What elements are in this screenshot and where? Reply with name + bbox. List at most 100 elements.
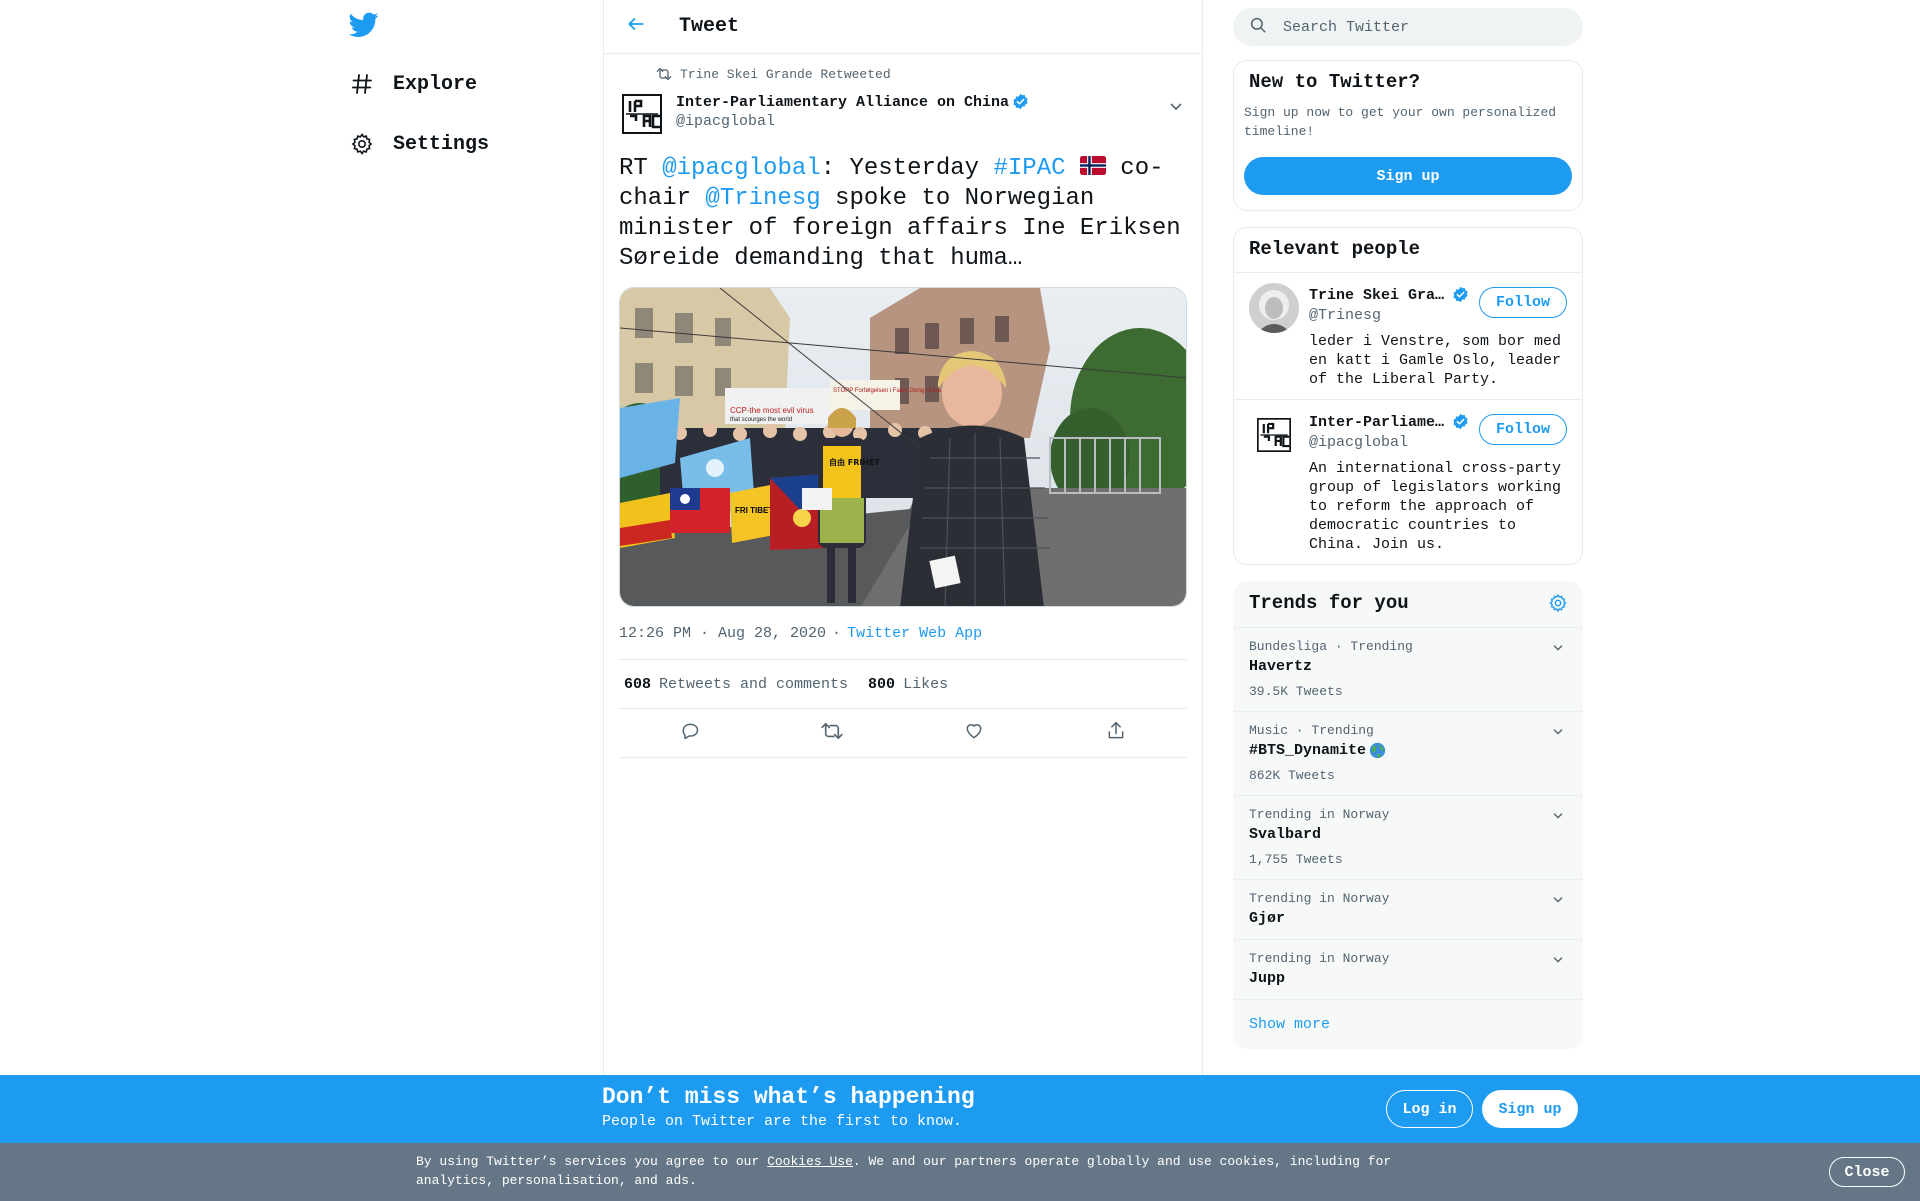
trend-name: Havertz <box>1249 658 1313 675</box>
chevron-down-icon <box>1552 723 1564 741</box>
search-box[interactable] <box>1233 8 1583 46</box>
ipac-avatar[interactable] <box>622 94 662 134</box>
like-button[interactable] <box>956 715 992 751</box>
author-name[interactable]: Inter-Parliamentary Alliance on China <box>676 94 1009 111</box>
follow-button[interactable]: Follow <box>1479 414 1567 445</box>
share-button[interactable] <box>1098 715 1134 751</box>
hashtag-ipac[interactable]: #IPAC <box>993 155 1065 182</box>
twitter-bird-icon[interactable] <box>348 12 381 42</box>
tweet-menu-button[interactable] <box>1165 98 1187 118</box>
trend-menu-button[interactable] <box>1548 806 1568 826</box>
trend-name: Gjør <box>1249 910 1286 927</box>
trend-item[interactable]: Music · Trending #BTS_Dynamite 862K Twee… <box>1234 712 1582 796</box>
chevron-down-icon <box>1552 951 1564 969</box>
trend-name: Svalbard <box>1249 826 1322 843</box>
trend-menu-button[interactable] <box>1548 890 1568 910</box>
trend-item[interactable]: Bundesliga · Trending Havertz 39.5K Twee… <box>1234 628 1582 712</box>
retweet-button[interactable] <box>814 715 850 751</box>
author-handle[interactable]: @ipacglobal <box>676 112 1030 132</box>
trend-item[interactable]: Trending in Norway Svalbard 1,755 Tweets <box>1234 796 1582 880</box>
chevron-down-icon <box>1552 639 1564 657</box>
tweet-time[interactable]: 12:26 PM · Aug 28, 2020 <box>619 625 826 642</box>
tweet-source[interactable]: Twitter Web App <box>847 625 982 642</box>
tweet-header: Tweet <box>604 0 1202 54</box>
likes-stat[interactable]: 800 Likes <box>868 676 948 693</box>
retweet-icon <box>656 66 674 82</box>
relevant-person[interactable]: Trine Skei Grande @Trinesg leder i Venst… <box>1234 273 1582 400</box>
nav-settings[interactable]: Settings <box>349 124 489 164</box>
nav-explore[interactable]: Explore <box>349 64 477 104</box>
mention-ipacglobal[interactable]: @ipacglobal <box>662 155 820 182</box>
trend-menu-button[interactable] <box>1548 638 1568 658</box>
tweet-photo[interactable]: CCP-the most evil virus that scourges th… <box>619 287 1187 607</box>
trend-menu-button[interactable] <box>1548 950 1568 970</box>
tweet-timestamp: 12:26 PM · Aug 28, 2020 · Twitter Web Ap… <box>619 624 983 642</box>
back-button[interactable] <box>616 7 656 47</box>
verified-badge-icon <box>1452 286 1470 304</box>
new-to-twitter-title: New to Twitter? <box>1249 71 1421 93</box>
chevron-down-icon <box>1169 99 1183 117</box>
nav-settings-label: Settings <box>393 132 490 156</box>
trends-settings-button[interactable] <box>1546 593 1570 617</box>
gear-icon <box>1548 593 1568 618</box>
reply-button[interactable] <box>672 715 708 751</box>
retweets-stat[interactable]: 608 Retweets and comments <box>624 676 848 693</box>
show-more-trends-link[interactable]: Show more <box>1234 1000 1582 1048</box>
gear-icon <box>349 131 375 157</box>
main-column: Tweet Trine Skei Grande Retweeted Inter-… <box>603 0 1203 1075</box>
globe-emoji-icon <box>1369 742 1386 759</box>
person-bio: An international cross-party group of le… <box>1309 460 1562 553</box>
cookie-text: By using Twitter’s services you agree to… <box>416 1154 1392 1188</box>
tweet-author: Inter-Parliamentary Alliance on China @i… <box>619 88 1187 144</box>
trend-count: 1,755 Tweets <box>1249 852 1343 867</box>
trend-item[interactable]: Trending in Norway Jupp <box>1234 940 1582 1000</box>
tweet: Trine Skei Grande Retweeted Inter-Parlia… <box>604 64 1202 758</box>
follow-button[interactable]: Follow <box>1479 287 1567 318</box>
banner-signup-button[interactable]: Sign up <box>1482 1090 1578 1128</box>
protest-photo: CCP-the most evil virus that scourges th… <box>620 288 1186 606</box>
relevant-person[interactable]: Inter-Parliamentary Alliance on China @i… <box>1234 400 1582 564</box>
shirt-text: 自由 FRIHET <box>829 457 881 467</box>
person-name[interactable]: Trine Skei Grande <box>1309 287 1449 304</box>
trends-title: Trends for you <box>1249 592 1409 614</box>
trend-name: #BTS_Dynamite <box>1249 742 1367 759</box>
relevant-people-card: Relevant people Trine Skei Grande @Trine… <box>1233 227 1583 565</box>
share-icon <box>1106 721 1126 746</box>
trend-meta: Bundesliga · Trending <box>1249 639 1413 654</box>
trend-meta: Trending in Norway <box>1249 951 1390 966</box>
chevron-down-icon <box>1552 891 1564 909</box>
retweet-context: Trine Skei Grande Retweeted <box>656 64 1187 84</box>
right-sidebar: New to Twitter? Sign up now to get your … <box>1233 0 1583 1049</box>
fri-tibet-text: FRI TIBET <box>735 506 773 515</box>
ipac-avatar[interactable] <box>1249 410 1299 460</box>
new-to-twitter-card: New to Twitter? Sign up now to get your … <box>1233 60 1583 211</box>
trend-meta: Music · Trending <box>1249 723 1374 738</box>
trend-item[interactable]: Trending in Norway Gjør <box>1234 880 1582 940</box>
tweet-actions <box>619 709 1187 758</box>
page-title: Tweet <box>679 15 740 38</box>
search-input[interactable] <box>1283 18 1543 36</box>
tweet-text: RT @ipacglobal: Yesterday #IPAC co-chair… <box>619 155 1181 272</box>
sidebar-signup-button[interactable]: Sign up <box>1244 157 1572 195</box>
chevron-down-icon <box>1552 807 1564 825</box>
trend-menu-button[interactable] <box>1548 722 1568 742</box>
mention-trinesg[interactable]: @Trinesg <box>705 185 820 212</box>
verified-badge-icon <box>1012 93 1030 111</box>
nav-explore-label: Explore <box>393 72 478 96</box>
verified-badge-icon <box>1452 413 1470 431</box>
retweeted-by-text: Trine Skei Grande Retweeted <box>680 66 891 82</box>
trend-name: Jupp <box>1249 970 1286 987</box>
tweet-stats: 608 Retweets and comments 800 Likes <box>619 659 1187 709</box>
trend-meta: Trending in Norway <box>1249 807 1390 822</box>
cookies-use-link[interactable]: Cookies Use <box>767 1154 853 1169</box>
cookie-close-button[interactable]: Close <box>1829 1157 1905 1187</box>
login-button[interactable]: Log in <box>1386 1090 1473 1128</box>
trine-avatar[interactable] <box>1249 283 1299 333</box>
norway-flag-icon <box>1079 155 1106 175</box>
hashtag-icon <box>349 71 375 97</box>
person-name[interactable]: Inter-Parliamentary Alliance on China <box>1309 414 1449 431</box>
banner-ccp-text: CCP-the most evil virus <box>730 406 814 415</box>
relevant-people-title: Relevant people <box>1234 228 1582 273</box>
trend-meta: Trending in Norway <box>1249 891 1390 906</box>
retweet-icon <box>821 722 843 745</box>
